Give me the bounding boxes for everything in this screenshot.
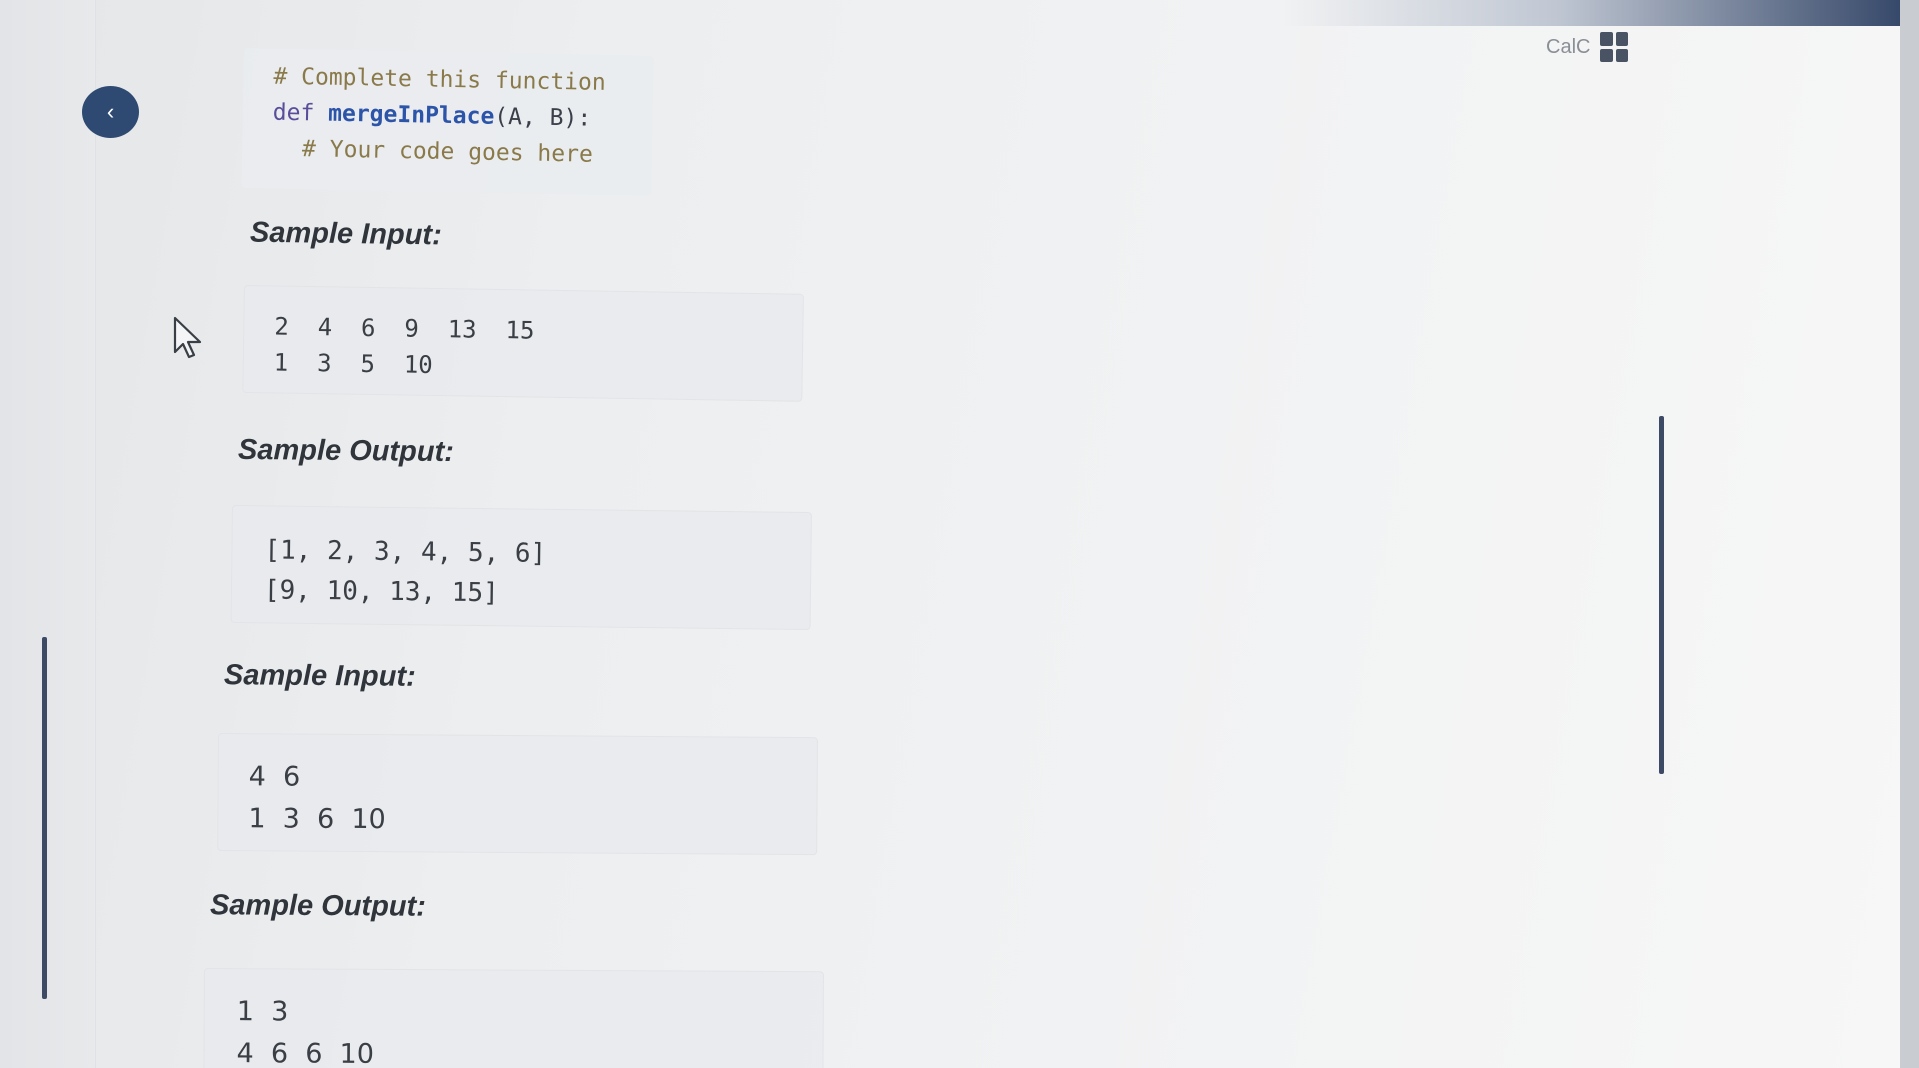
sample-output-line: 1 3 — [236, 996, 289, 1028]
sample-input-line: 4 6 — [248, 761, 301, 793]
calc-widget[interactable]: CalC — [1546, 32, 1629, 62]
sample-output-label: Sample Output: — [209, 889, 427, 923]
sample-input-box: 2 4 6 9 13 15 1 3 5 10 — [242, 285, 804, 402]
code-placeholder-comment: # Your code goes here — [301, 136, 594, 168]
back-button[interactable]: ‹ — [82, 86, 139, 138]
left-scroll-indicator[interactable] — [42, 637, 47, 999]
chevron-left-icon: ‹ — [106, 99, 115, 124]
code-function-name: mergeInPlace — [327, 100, 495, 130]
top-strip — [1280, 0, 1900, 26]
sample-output-label: Sample Output: — [237, 433, 455, 469]
calculator-grid-icon[interactable] — [1600, 32, 1629, 62]
mouse-pointer-icon — [173, 316, 202, 359]
sample-output-line: [1, 2, 3, 4, 5, 6] — [264, 535, 547, 569]
sample-output-line: 4 6 6 10 — [236, 1038, 375, 1068]
code-keyword: def — [272, 99, 315, 127]
sample-output-box: 1 3 4 6 6 10 — [203, 968, 824, 1068]
screen-bezel — [1900, 0, 1919, 1068]
sample-output-line: [9, 10, 13, 15] — [263, 575, 499, 609]
sample-input-box: 4 6 1 3 6 10 — [217, 733, 818, 856]
sidebar — [0, 0, 96, 1068]
calc-label: CalC — [1546, 35, 1591, 58]
code-block[interactable]: # Complete this function def mergeInPlac… — [241, 48, 654, 196]
sample-input-line: 1 3 6 10 — [248, 803, 386, 836]
screen: ‹ CalC # Complete this function def merg… — [0, 0, 1900, 1068]
right-scroll-indicator[interactable] — [1659, 416, 1664, 774]
code-params: (A, B): — [494, 103, 592, 132]
sample-input-line: 1 3 5 10 — [273, 348, 433, 379]
sample-input-label: Sample Input: — [223, 659, 416, 693]
sample-output-box: [1, 2, 3, 4, 5, 6] [9, 10, 13, 15] — [230, 505, 812, 631]
sample-input-label: Sample Input: — [249, 216, 442, 252]
